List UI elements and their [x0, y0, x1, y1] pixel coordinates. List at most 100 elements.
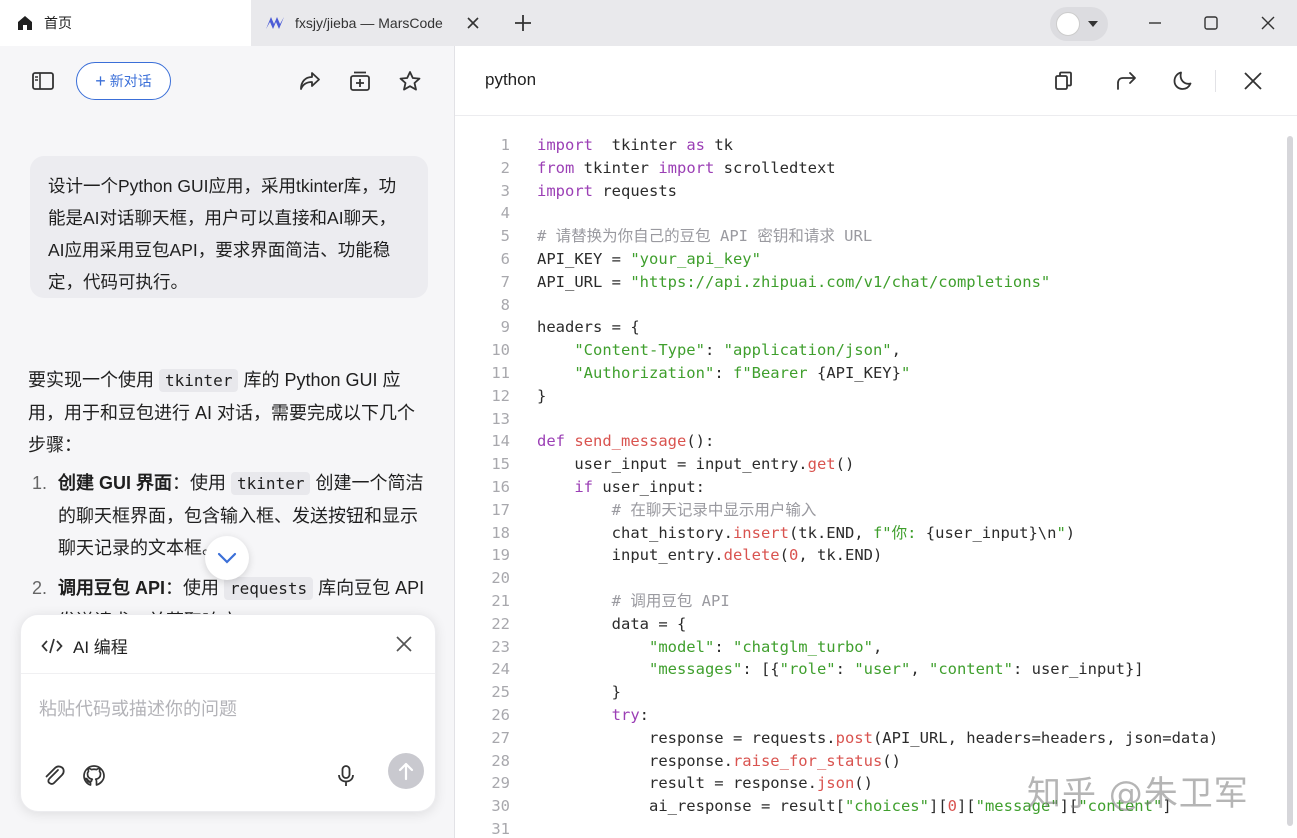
line-number: 3 — [500, 181, 510, 200]
line-number: 29 — [491, 774, 510, 793]
code-text: "messages": [{"role": "user", "content":… — [648, 660, 1144, 679]
redirect-arrow-icon — [1117, 72, 1136, 90]
close-window-icon[interactable] — [1257, 12, 1279, 34]
tab-home[interactable]: 首页 — [0, 0, 251, 46]
code-text: from tkinter import scrolledtext — [537, 158, 836, 177]
message-composer: AI 编程 — [20, 614, 436, 812]
title-bar: 首页 fxsjy/jieba — MarsCode — [0, 0, 1297, 46]
sidebar-icon — [32, 72, 54, 90]
code-panel-header: python — [455, 46, 1297, 116]
code-text: } — [537, 386, 547, 405]
ai-coding-mode: AI 编程 — [41, 633, 128, 658]
code-panel: python 1 import tkinter as tk 2 from tkinte… — [455, 46, 1297, 838]
add-to-collection-button[interactable] — [345, 66, 375, 96]
new-tab-icon[interactable] — [512, 12, 534, 34]
github-icon[interactable] — [81, 763, 107, 789]
tab-close-icon[interactable] — [464, 14, 482, 32]
code-text: "Authorization": f"Bearer {API_KEY}" — [574, 364, 911, 382]
code-text: # 在聊天记录中显示用户输入 — [611, 500, 817, 519]
line-number: 1 — [500, 136, 510, 154]
profile-menu[interactable] — [1050, 7, 1108, 41]
line-number: 6 — [500, 250, 510, 268]
code-text: def send_message(): — [537, 432, 715, 451]
line-number: 7 — [500, 272, 510, 291]
watermark: 知乎 @朱卫军 — [1027, 774, 1249, 814]
line-number: 24 — [491, 660, 510, 679]
new-chat-button[interactable]: + 新对话 — [76, 62, 171, 100]
avatar — [1056, 12, 1080, 36]
code-text: result = response.json() — [537, 774, 873, 793]
line-number: 17 — [491, 500, 510, 519]
code-text: chat_history.insert(tk.END, f"你: {user_i… — [537, 523, 1076, 542]
chevron-down-icon — [217, 552, 237, 564]
theme-toggle-button[interactable] — [1167, 66, 1197, 96]
line-number: 22 — [491, 614, 510, 633]
divider — [21, 673, 435, 674]
line-number: 16 — [491, 478, 510, 496]
code-text: API_URL = "https://api.zhipuai.com/v1/ch… — [537, 272, 1051, 291]
star-icon — [399, 71, 421, 91]
code-text: response = requests.post(API_URL, header… — [537, 728, 1219, 747]
share-button[interactable] — [295, 66, 325, 96]
line-number: 25 — [491, 683, 510, 702]
chat-panel: + 新对话 设计一个Python GUI应用，采用tkinter库，功能是AI对… — [0, 46, 455, 838]
microphone-icon[interactable] — [333, 763, 359, 789]
code-text: # 请替换为你自己的豆包 API 密钥和请求 URL — [537, 227, 873, 246]
code-icon — [41, 638, 63, 653]
sidebar-toggle-button[interactable] — [28, 66, 58, 96]
line-number: 23 — [491, 637, 510, 656]
minimize-icon[interactable] — [1144, 12, 1166, 34]
tab-home-title: 首页 — [44, 15, 72, 31]
line-number: 10 — [491, 341, 510, 360]
line-number: 11 — [491, 364, 510, 382]
line-number: 14 — [491, 432, 510, 451]
code-text: user_input = input_entry.get() — [537, 455, 855, 474]
scroll-to-bottom-button[interactable] — [205, 536, 249, 580]
line-number: 30 — [491, 797, 510, 816]
line-number: 15 — [491, 455, 510, 474]
line-number: 18 — [491, 523, 510, 542]
code-scrollbar[interactable] — [1287, 136, 1293, 826]
code-text: API_KEY = "your_api_key" — [537, 250, 761, 268]
mode-label: AI 编程 — [73, 638, 128, 657]
insert-code-button[interactable] — [1112, 66, 1142, 96]
line-number: 13 — [491, 409, 510, 428]
code-text: data = { — [537, 614, 687, 633]
marscode-logo-icon — [266, 17, 284, 29]
code-text: response.raise_for_status() — [537, 751, 901, 770]
line-number: 20 — [491, 569, 510, 588]
code-text: input_entry.delete(0, tk.END) — [537, 546, 883, 565]
copy-icon — [1055, 71, 1072, 90]
attachment-icon[interactable] — [41, 763, 67, 789]
line-number: 28 — [491, 751, 510, 770]
arrow-up-icon — [398, 762, 414, 781]
line-number: 27 — [491, 728, 510, 747]
tab-marscode[interactable]: fxsjy/jieba — MarsCode — [251, 0, 498, 46]
close-panel-button[interactable] — [1238, 66, 1268, 96]
code-text: "Content-Type": "application/json", — [574, 341, 901, 360]
send-button[interactable] — [388, 753, 424, 789]
close-icon[interactable] — [393, 633, 415, 655]
moon-icon — [1173, 71, 1192, 90]
code-text: if user_input: — [574, 478, 705, 496]
add-collection-icon — [350, 71, 370, 91]
message-input[interactable] — [39, 689, 419, 729]
maximize-icon[interactable] — [1200, 12, 1222, 34]
share-icon — [300, 72, 320, 90]
code-language-label: python — [485, 70, 537, 89]
copy-code-button[interactable] — [1049, 66, 1079, 96]
code-text: import tkinter as tk — [537, 136, 733, 154]
tab-marscode-title: fxsjy/jieba — MarsCode — [295, 15, 443, 31]
line-number: 2 — [500, 158, 510, 177]
code-text: import requests — [537, 181, 677, 200]
code-text: headers = { — [537, 318, 640, 337]
inline-code: requests — [224, 577, 314, 600]
line-number: 8 — [500, 295, 510, 314]
code-text: } — [537, 683, 621, 702]
code-text: # 调用豆包 API — [611, 592, 730, 610]
favorite-button[interactable] — [395, 66, 425, 96]
line-number: 5 — [500, 227, 510, 246]
code-editor[interactable]: 1 import tkinter as tk 2 from tkinter impor… — [455, 134, 1285, 838]
plus-icon: + — [95, 71, 106, 91]
chevron-down-icon — [1088, 21, 1098, 27]
